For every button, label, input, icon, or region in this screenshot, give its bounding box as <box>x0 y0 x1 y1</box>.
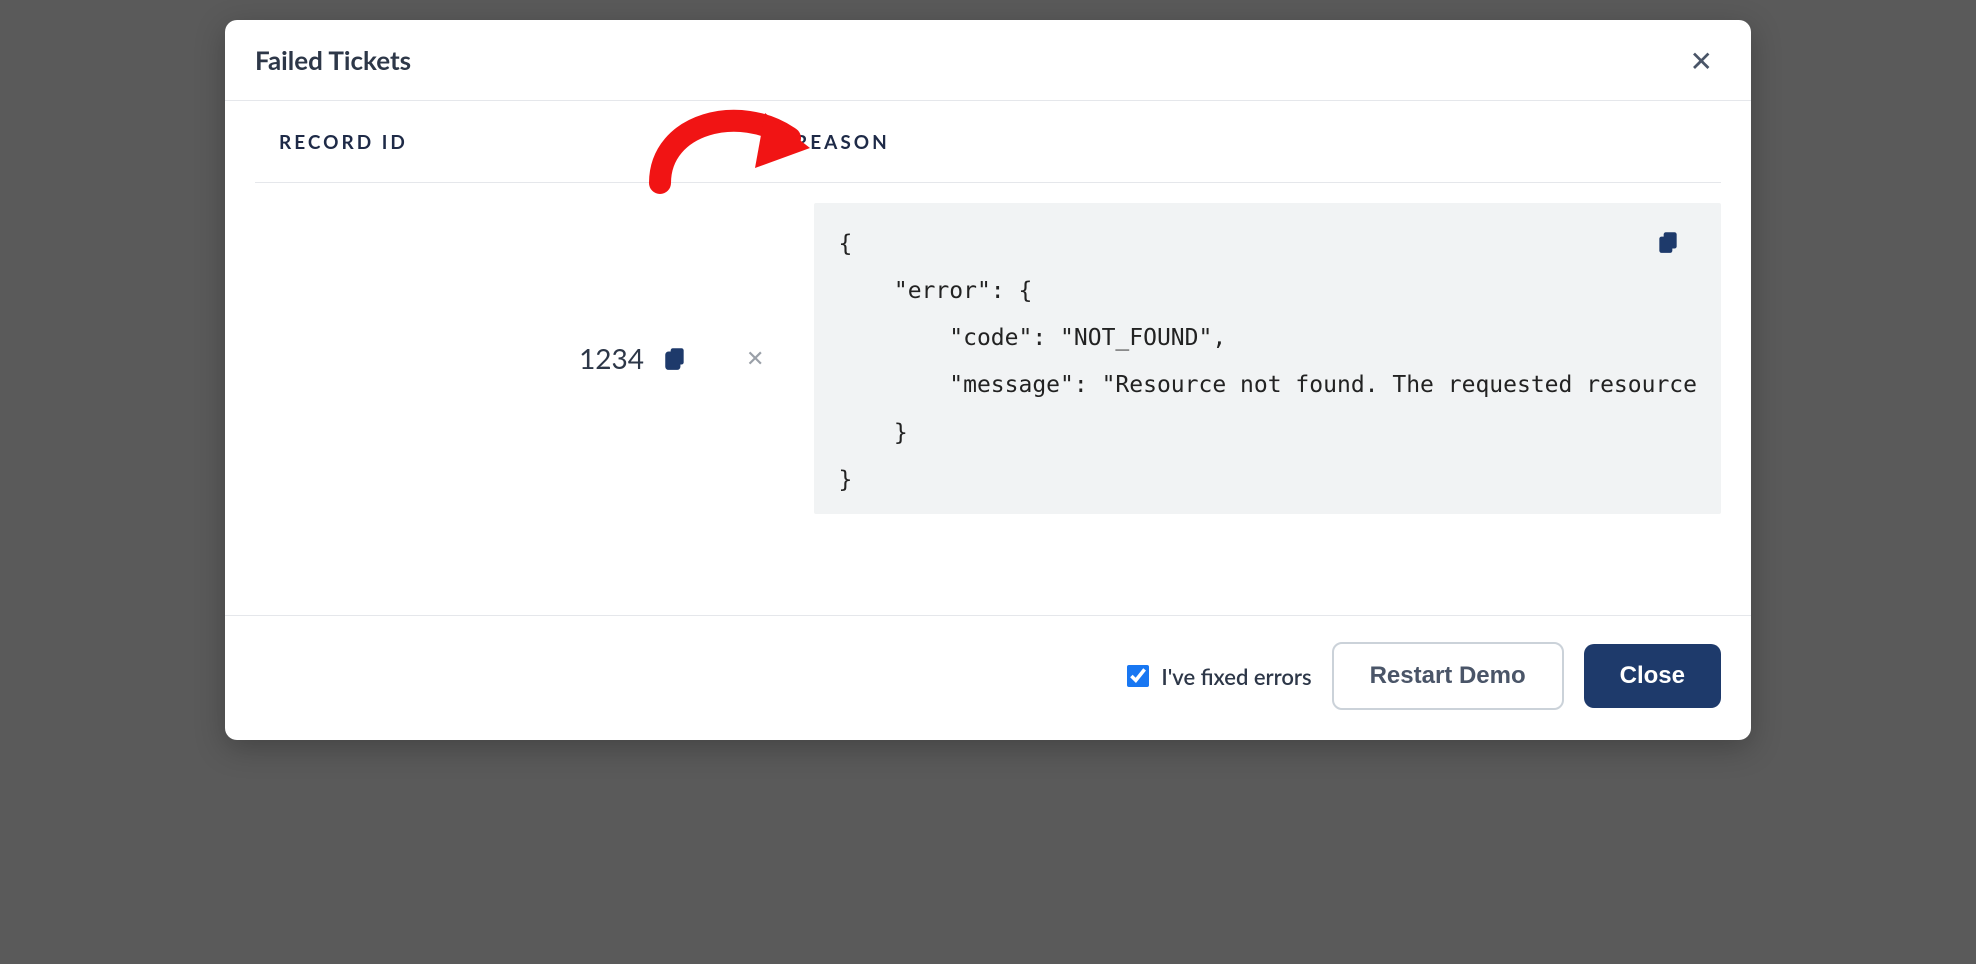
modal-title: Failed Tickets <box>255 44 411 76</box>
failed-tickets-table: RECORD ID REASON 1234 ✕ <box>225 101 1751 615</box>
table-header-row: RECORD ID REASON <box>255 101 1721 183</box>
copy-reason-icon[interactable] <box>1655 225 1681 272</box>
modal-footer: I've fixed errors Restart Demo Close <box>225 615 1751 740</box>
collapse-row-icon[interactable]: ✕ <box>746 344 764 372</box>
reason-code-block[interactable]: { "error": { "code": "NOT_FOUND", "messa… <box>814 203 1721 514</box>
record-id-cell: 1234 ✕ <box>255 341 764 375</box>
fixed-errors-checkbox[interactable] <box>1127 665 1149 687</box>
table-row: 1234 ✕ { "error": { "code": "NOT_FOUND",… <box>255 183 1721 554</box>
close-button[interactable]: Close <box>1584 644 1721 708</box>
failed-tickets-modal: Failed Tickets ✕ RECORD ID REASON 1234 <box>225 20 1751 740</box>
restart-demo-button[interactable]: Restart Demo <box>1332 642 1564 710</box>
close-icon[interactable]: ✕ <box>1682 42 1721 78</box>
copy-record-id-icon[interactable] <box>662 345 688 371</box>
reason-cell: { "error": { "code": "NOT_FOUND", "messa… <box>764 203 1721 514</box>
modal-header: Failed Tickets ✕ <box>225 20 1751 101</box>
column-header-record-id: RECORD ID <box>255 131 765 154</box>
column-header-reason: REASON <box>765 131 1721 154</box>
record-id-value: 1234 <box>579 341 644 375</box>
fixed-errors-checkbox-wrap[interactable]: I've fixed errors <box>1127 663 1311 690</box>
fixed-errors-label: I've fixed errors <box>1161 663 1311 690</box>
reason-code-text: { "error": { "code": "NOT_FOUND", "messa… <box>838 231 1697 493</box>
